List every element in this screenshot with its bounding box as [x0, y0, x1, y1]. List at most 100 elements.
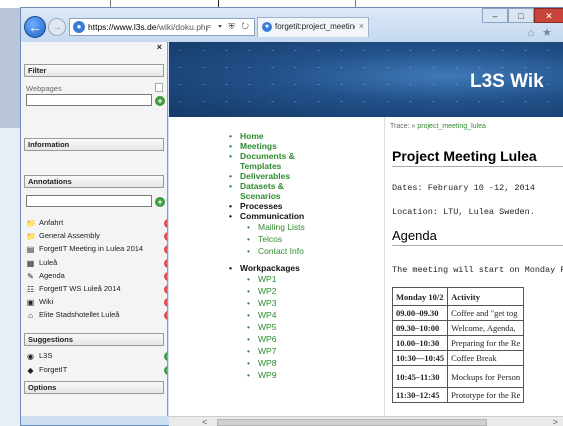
nav-workpackages[interactable]: Workpackages: [229, 263, 389, 273]
annotation-label[interactable]: Anfahrt: [39, 218, 63, 227]
annotation-item[interactable]: ✎ Agenda −: [24, 271, 167, 282]
back-button[interactable]: ←: [24, 16, 46, 38]
sidebar-close-icon[interactable]: ×: [21, 42, 167, 54]
favorites-star-icon[interactable]: ★: [542, 27, 560, 39]
suggestions-section-header[interactable]: Suggestions: [24, 333, 164, 346]
annotation-label[interactable]: Elite Stadshotellet Luleå: [39, 310, 119, 319]
annotation-type-icon: ✎: [27, 271, 34, 281]
home-icon[interactable]: ⌂: [527, 27, 542, 39]
wiki-navigation: Home Meetings Documents &Templates Deliv…: [169, 117, 384, 416]
dates-text: Dates: February 10 -12, 2014: [392, 183, 535, 193]
annotation-label[interactable]: Agenda: [39, 271, 65, 280]
remove-annotation-icon[interactable]: −: [164, 271, 167, 281]
webpages-input[interactable]: [26, 94, 152, 106]
nav-documents[interactable]: Documents &Templates: [229, 151, 389, 171]
nav-workpackage-item[interactable]: WP9: [229, 369, 389, 381]
tab-close-icon[interactable]: ×: [359, 21, 364, 31]
add-suggestion-icon[interactable]: +: [164, 352, 167, 361]
nav-workpackage-item[interactable]: WP6: [229, 333, 389, 345]
breadcrumb-link[interactable]: project_meeting_lulea: [417, 123, 486, 130]
nav-workpackage-item[interactable]: WP2: [229, 285, 389, 297]
minimize-button[interactable]: –: [482, 8, 508, 23]
remove-annotation-icon[interactable]: −: [164, 258, 167, 268]
annotation-label[interactable]: General Assembly: [39, 231, 100, 240]
annotation-type-icon: 📁: [26, 232, 36, 242]
suggestion-item[interactable]: ◉ L3S +: [24, 351, 167, 362]
nav-workpackage-item[interactable]: WP8: [229, 357, 389, 369]
tab-forgetit-project-meeting[interactable]: ● forgetit:project_meeting_lul... ×: [257, 17, 369, 37]
annotations-arrow-icon[interactable]: ⇒: [166, 195, 167, 206]
nav-workpackage-item[interactable]: WP4: [229, 309, 389, 321]
address-bar[interactable]: ● https://www.l3s.de/wiki/doku.php?id=fo…: [69, 18, 255, 36]
nav-workpackage-item[interactable]: WP5: [229, 321, 389, 333]
activity-cell: Welcome, Agenda,: [447, 320, 525, 336]
site-title[interactable]: L3S Wik: [470, 71, 544, 93]
webpages-add-icon[interactable]: +: [155, 96, 165, 106]
address-tools[interactable]: ⌕ ▾ ⛨ ↻: [207, 21, 251, 32]
annotation-label[interactable]: ForgetIT Meeting in Lulea 2014: [39, 244, 143, 253]
nav-workpackage-item[interactable]: WP1: [229, 273, 389, 285]
table-row: 11:30–12:45 Prototype for the Re: [391, 387, 525, 403]
add-suggestion-icon[interactable]: +: [164, 366, 167, 375]
remove-annotation-icon[interactable]: −: [164, 219, 167, 228]
suggestion-label[interactable]: ForgetIT: [39, 365, 67, 374]
nav-processes[interactable]: Processes: [229, 201, 389, 211]
suggestion-type-icon: ◉: [27, 352, 34, 361]
breadcrumb-prefix: Trace: »: [390, 123, 418, 130]
nav-mailing-lists[interactable]: Mailing Lists: [229, 221, 389, 233]
information-section-header[interactable]: Information: [24, 138, 164, 151]
nav-deliverables[interactable]: Deliverables: [229, 171, 389, 181]
remove-annotation-icon[interactable]: −: [164, 245, 167, 255]
scroll-left-arrow-icon[interactable]: <: [202, 417, 207, 426]
annotation-label[interactable]: Wiki: [39, 297, 53, 306]
close-window-button[interactable]: ✕: [534, 8, 563, 23]
suggestion-type-icon: ◆: [27, 366, 34, 375]
horizontal-scrollbar[interactable]: < >: [169, 416, 563, 426]
annotation-item[interactable]: ▤ ForgetIT Meeting in Lulea 2014 −: [24, 244, 167, 255]
table-row: 09.00–09.30 Coffee and "get tog: [391, 305, 525, 321]
annotation-item[interactable]: ▦ Luleå −: [24, 258, 167, 269]
nav-communication[interactable]: Communication: [229, 211, 389, 221]
remove-annotation-icon[interactable]: −: [164, 285, 167, 294]
scroll-thumb[interactable]: [217, 419, 487, 426]
annotation-item[interactable]: 📁General Assembly −: [24, 231, 167, 242]
remove-annotation-icon[interactable]: −: [164, 298, 167, 308]
annotation-item[interactable]: ⌂ Elite Stadshotellet Luleå −: [24, 310, 167, 321]
nav-workpackage-item[interactable]: WP3: [229, 297, 389, 309]
annotation-item[interactable]: ☷ ForgetIT WS Luleå 2014 −: [24, 284, 167, 295]
forward-button[interactable]: →: [48, 18, 66, 36]
annotations-add-icon[interactable]: +: [155, 197, 165, 207]
tab-favicon-icon: ●: [262, 22, 272, 32]
maximize-button[interactable]: □: [508, 8, 534, 23]
time-cell: 10:30—10:45: [391, 350, 449, 366]
webpages-label: Webpages: [26, 84, 62, 93]
time-cell: 09.00–09.30: [391, 305, 449, 321]
filter-section-header[interactable]: Filter: [24, 64, 164, 77]
nav-datasets[interactable]: Datasets &Scenarios: [229, 181, 389, 201]
webpages-edit-icon[interactable]: [155, 83, 163, 92]
nav-contact-info[interactable]: Contact Info: [229, 245, 389, 257]
annotation-item[interactable]: 📁Anfahrt −: [24, 218, 167, 229]
location-text: Location: LTU, Lulea Sweden.: [392, 207, 535, 217]
annotation-label[interactable]: ForgetIT WS Luleå 2014: [39, 284, 121, 293]
title-bar: ← → ● https://www.l3s.de/wiki/doku.php?i…: [21, 8, 563, 42]
agenda-intro-text: The meeting will start on Monday F: [392, 265, 563, 275]
suggestion-label[interactable]: L3S: [39, 351, 52, 360]
url-text[interactable]: https://www.l3s.de/wiki/doku.php?id=forg…: [88, 22, 208, 32]
nav-workpackage-item[interactable]: WP7: [229, 345, 389, 357]
nav-telcos[interactable]: Telcos: [229, 233, 389, 245]
annotation-item[interactable]: ▣ Wiki −: [24, 297, 167, 308]
table-header-row: Monday 10/2 Activity: [391, 287, 525, 306]
time-cell: 09.30–10:00: [391, 320, 449, 336]
nav-home[interactable]: Home: [229, 131, 389, 141]
scroll-right-arrow-icon[interactable]: >: [553, 417, 558, 426]
table-row: 10.00–10:30 Preparing for the Re: [391, 335, 525, 351]
annotations-section-header[interactable]: Annotations: [24, 175, 164, 188]
remove-annotation-icon[interactable]: −: [164, 232, 167, 242]
annotations-input[interactable]: [26, 195, 152, 207]
options-section-header[interactable]: Options: [24, 381, 164, 394]
suggestion-item[interactable]: ◆ ForgetIT +: [24, 365, 167, 376]
nav-meetings[interactable]: Meetings: [229, 141, 389, 151]
annotation-label[interactable]: Luleå: [39, 258, 57, 267]
remove-annotation-icon[interactable]: −: [164, 311, 167, 321]
